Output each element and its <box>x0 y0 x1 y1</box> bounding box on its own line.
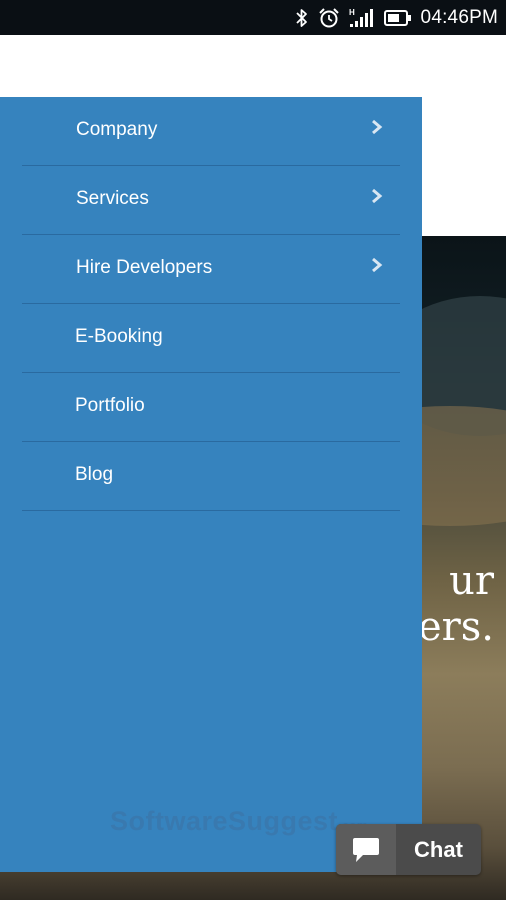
menu-item-e-booking[interactable]: E-Booking <box>22 304 400 373</box>
status-icons: H 04:46PM <box>295 0 498 35</box>
menu-item-blog[interactable]: Blog <box>22 442 400 511</box>
watermark-brand: SoftwareSuggest <box>110 806 339 836</box>
chat-button[interactable]: Chat <box>336 824 481 875</box>
chevron-right-icon[interactable] <box>370 188 384 204</box>
menu-list: Company Services Hire Developers E-Booki… <box>22 97 400 511</box>
menu-item-label: Portfolio <box>75 395 145 416</box>
menu-item-services[interactable]: Services <box>22 166 400 235</box>
status-bar: H 04:46PM <box>0 0 506 35</box>
status-clock: 04:46PM <box>420 6 498 28</box>
menu-item-hire-developers[interactable]: Hire Developers <box>22 235 400 304</box>
menu-item-label: E-Booking <box>75 326 163 347</box>
menu-item-label: Blog <box>75 464 114 485</box>
menu-item-portfolio[interactable]: Portfolio <box>22 373 400 442</box>
chat-icon-container <box>336 824 396 875</box>
bluetooth-icon <box>295 8 309 28</box>
chevron-right-icon[interactable] <box>370 257 384 273</box>
signal-icon: H <box>349 7 375 29</box>
alarm-icon <box>318 7 340 29</box>
menu-item-label: Services <box>76 188 149 209</box>
navigation-drawer: Company Services Hire Developers E-Booki… <box>0 97 422 872</box>
chevron-right-icon[interactable] <box>370 119 384 135</box>
network-badge: H <box>349 8 355 17</box>
menu-item-company[interactable]: Company <box>22 97 400 166</box>
menu-item-label: Hire Developers <box>76 257 213 278</box>
menu-item-label: Company <box>76 119 158 140</box>
speech-bubble-icon <box>353 837 379 862</box>
watermark: SoftwareSuggest.com <box>110 806 368 837</box>
battery-icon <box>383 9 412 26</box>
chat-label: Chat <box>414 836 463 862</box>
